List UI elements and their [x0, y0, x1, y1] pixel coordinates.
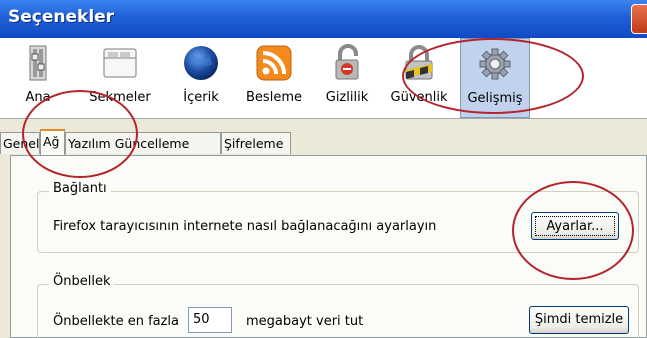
options-window: Seçenekler Ana Sekmeler İçerik Besleme G… — [0, 0, 647, 338]
rss-feed-icon — [256, 45, 292, 81]
toolbar-item-tabs[interactable]: Sekmeler — [82, 38, 158, 118]
gear-icon — [479, 48, 511, 80]
network-panel: Bağlantı Firefox tarayıcısının internete… — [10, 155, 647, 338]
toolbar-label-tabs: Sekmeler — [89, 90, 151, 105]
tab-encryption-label: Şifreleme — [224, 136, 284, 151]
tab-network[interactable]: Ağ — [40, 129, 65, 155]
toolbar-item-security[interactable]: Güvenlik — [388, 38, 450, 118]
toolbar-item-feeds[interactable]: Besleme — [240, 38, 308, 118]
connection-settings-button-label: Ayarlar... — [535, 216, 615, 236]
toolbar-label-content: İçerik — [183, 90, 219, 105]
cache-size-label: Önbellekte en fazla — [53, 314, 180, 329]
toolbar-item-content[interactable]: İçerik — [172, 38, 230, 118]
toolbar-item-main[interactable]: Ana — [12, 38, 64, 118]
settings-tabs: Genel Ağ Yazılım Güncelleme Şifreleme — [0, 129, 647, 156]
window-title: Seçenekler — [8, 7, 115, 27]
privacy-lock-icon — [335, 44, 359, 80]
tab-encryption[interactable]: Şifreleme — [221, 132, 291, 154]
security-padlock-icon — [405, 45, 433, 80]
cache-group-title: Önbellek — [49, 274, 115, 289]
clear-cache-button[interactable]: Şimdi temizle — [529, 306, 629, 334]
close-button[interactable] — [631, 4, 647, 34]
tab-network-label: Ağ — [43, 134, 60, 149]
toolbar-label-feeds: Besleme — [246, 90, 302, 105]
tab-software-update[interactable]: Yazılım Güncelleme — [65, 132, 221, 154]
title-bar[interactable]: Seçenekler — [0, 0, 647, 38]
connection-description: Firefox tarayıcısının internete nasıl ba… — [53, 219, 437, 234]
toolbar-item-privacy[interactable]: Gizlilik — [318, 38, 376, 118]
connection-group-title: Bağlantı — [49, 181, 111, 196]
tab-general[interactable]: Genel — [0, 132, 40, 154]
toolbar-item-advanced[interactable]: Gelişmiş — [460, 38, 530, 118]
globe-icon — [184, 46, 218, 80]
tab-general-label: Genel — [3, 136, 40, 151]
switch-icon — [29, 45, 47, 81]
cache-size-input[interactable]: 50 — [188, 307, 232, 333]
cache-unit-label: megabayt veri tut — [246, 314, 364, 329]
tabs-window-icon — [103, 48, 137, 78]
connection-settings-button[interactable]: Ayarlar... — [531, 212, 619, 240]
toolbar-label-privacy: Gizlilik — [325, 90, 369, 105]
toolbar-label-security: Güvenlik — [390, 90, 448, 105]
tab-software-update-label: Yazılım Güncelleme — [68, 136, 190, 151]
category-toolbar: Ana Sekmeler İçerik Besleme Gizlilik Güv… — [0, 38, 647, 119]
toolbar-label-main: Ana — [25, 90, 51, 105]
clear-cache-button-label: Şimdi temizle — [534, 312, 624, 327]
toolbar-label-advanced: Gelişmiş — [467, 91, 523, 106]
